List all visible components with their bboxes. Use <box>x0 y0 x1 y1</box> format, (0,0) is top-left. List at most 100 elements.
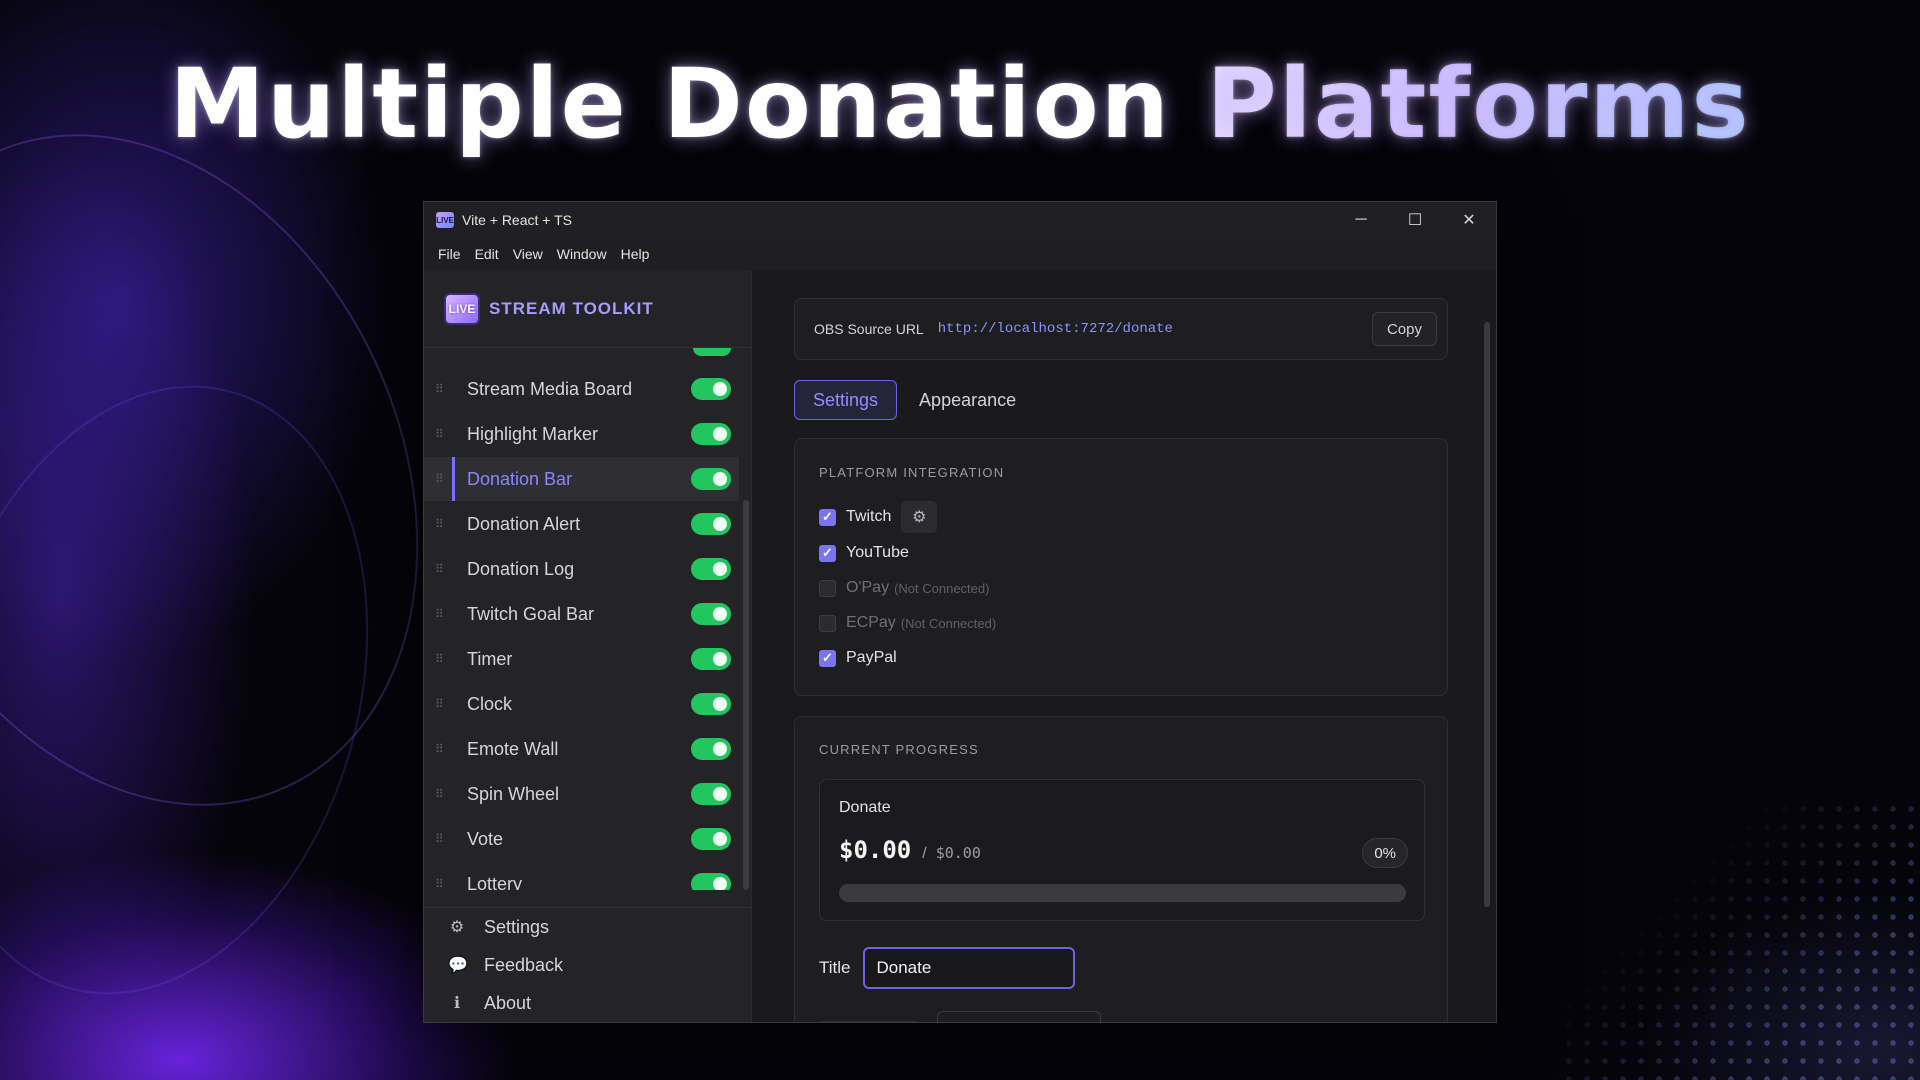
platform-ecpay[interactable]: ✓ ECPay (Not Connected) <box>819 614 996 632</box>
checkbox[interactable]: ✓ <box>819 579 836 597</box>
drag-handle-icon[interactable]: ⠿ <box>435 383 445 395</box>
drag-handle-icon[interactable]: ⠿ <box>435 473 445 485</box>
twitch-settings-gear-icon[interactable]: ⚙ <box>901 501 938 533</box>
sidebar-item-clock[interactable]: ⠿ Clock <box>424 682 739 726</box>
sidebar-footer: ⚙ Settings 💬 Feedback ℹ About <box>424 907 751 1022</box>
menu-edit[interactable]: Edit <box>468 246 506 262</box>
sidebar-item-stream-media-board[interactable]: ⠿ Stream Media Board <box>424 367 739 411</box>
drag-handle-icon[interactable]: ⠿ <box>435 563 445 575</box>
sidebar-item-label: Spin Wheel <box>467 783 560 804</box>
enable-toggle[interactable] <box>691 558 731 580</box>
drag-handle-icon[interactable]: ⠿ <box>435 428 445 440</box>
enable-toggle[interactable] <box>691 648 731 670</box>
partial-toggle <box>693 348 731 356</box>
sidebar-item-label: Emote Wall <box>467 738 559 759</box>
enable-toggle[interactable] <box>691 378 731 400</box>
menu-view[interactable]: View <box>506 246 550 262</box>
sidebar-item-label: Highlight Marker <box>467 423 599 444</box>
enable-toggle[interactable] <box>691 693 731 715</box>
sidebar-settings-link[interactable]: ⚙ Settings <box>424 908 751 946</box>
sidebar-item-donation-bar[interactable]: ⠿ Donation Bar <box>424 457 739 501</box>
title-field-label: Title <box>819 958 851 977</box>
sidebar-about-link[interactable]: ℹ About <box>424 984 751 1022</box>
sidebar-item-donation-log[interactable]: ⠿ Donation Log <box>424 547 739 591</box>
minimize-button[interactable]: ─ <box>1334 202 1388 238</box>
tab-settings[interactable]: Settings <box>794 380 898 420</box>
platform-paypal[interactable]: ✓ PayPal <box>819 649 897 667</box>
sidebar-item-label: Donation Alert <box>467 513 581 534</box>
sidebar-feedback-link[interactable]: 💬 Feedback <box>424 946 751 984</box>
drag-handle-icon[interactable]: ⠿ <box>435 698 445 710</box>
enable-toggle[interactable] <box>691 828 731 850</box>
title-bar[interactable]: LIVE Vite + React + TS ─ ☐ ✕ <box>424 202 1496 238</box>
sidebar-item-vote[interactable]: ⠿ Vote <box>424 817 739 861</box>
sidebar-item-label: Twitch Goal Bar <box>467 603 595 624</box>
drag-handle-icon[interactable]: ⠿ <box>435 608 445 620</box>
platform-twitch[interactable]: ✓ Twitch ⚙ <box>819 501 938 533</box>
copy-button[interactable]: Copy <box>1371 312 1437 346</box>
enable-toggle[interactable] <box>691 783 731 805</box>
cut-off-input[interactable] <box>937 1011 1101 1022</box>
obs-url-card: OBS Source URL http://localhost:7272/don… <box>794 298 1448 360</box>
app-body: LIVE STREAM TOOLKIT ⠿ Stream Media Board… <box>424 270 1496 1022</box>
cut-off-label <box>819 1021 919 1022</box>
headline: Multiple Donation Platforms <box>0 48 1920 160</box>
brand[interactable]: LIVE STREAM TOOLKIT <box>424 270 751 348</box>
platform-name: PayPal <box>846 649 897 666</box>
current-progress-card: CURRENT PROGRESS Donate $0.00 / $0.00 0%… <box>794 716 1448 1022</box>
maximize-button[interactable]: ☐ <box>1388 202 1442 238</box>
sidebar: LIVE STREAM TOOLKIT ⠿ Stream Media Board… <box>424 270 752 1022</box>
platform-opay[interactable]: ✓ O'Pay (Not Connected) <box>819 579 989 597</box>
tab-appearance[interactable]: Appearance <box>901 380 1034 420</box>
drag-handle-icon[interactable]: ⠿ <box>435 788 445 800</box>
checkbox[interactable]: ✓ <box>819 649 836 667</box>
section-title: CURRENT PROGRESS <box>819 742 979 757</box>
progress-bar <box>839 884 1406 902</box>
app-window: LIVE Vite + React + TS ─ ☐ ✕ File Edit V… <box>423 201 1497 1023</box>
menu-help[interactable]: Help <box>614 246 657 262</box>
headline-accent-text: Platforms <box>1206 48 1751 160</box>
sidebar-item-donation-alert[interactable]: ⠿ Donation Alert <box>424 502 739 546</box>
enable-toggle[interactable] <box>691 513 731 535</box>
drag-handle-icon[interactable]: ⠿ <box>435 653 445 665</box>
platform-name: O'Pay <box>846 579 890 596</box>
close-button[interactable]: ✕ <box>1442 202 1496 238</box>
checkbox[interactable]: ✓ <box>819 614 836 632</box>
app-icon: LIVE <box>436 212 454 228</box>
obs-url-value[interactable]: http://localhost:7272/donate <box>938 321 1372 337</box>
platform-name: ECPay <box>846 614 896 631</box>
sidebar-item-highlight-marker[interactable]: ⠿ Highlight Marker <box>424 412 739 456</box>
drag-handle-icon[interactable]: ⠿ <box>435 518 445 530</box>
sidebar-scrollbar[interactable] <box>743 500 749 890</box>
sidebar-item-twitch-goal-bar[interactable]: ⠿ Twitch Goal Bar <box>424 592 739 636</box>
platform-youtube[interactable]: ✓ YouTube <box>819 544 909 562</box>
gear-icon: ⚙ <box>449 919 465 936</box>
sidebar-item-emote-wall[interactable]: ⠿ Emote Wall <box>424 727 739 771</box>
drag-handle-icon[interactable]: ⠿ <box>435 743 445 755</box>
sidebar-item-timer[interactable]: ⠿ Timer <box>424 637 739 681</box>
checkbox[interactable]: ✓ <box>819 508 836 526</box>
background-dot-pattern <box>1560 800 1920 1080</box>
menu-window[interactable]: Window <box>550 246 614 262</box>
sidebar-item-label: Lottery <box>467 873 523 891</box>
goal-amount: $0.00 <box>935 844 981 862</box>
menu-file[interactable]: File <box>431 246 468 262</box>
enable-toggle[interactable] <box>691 423 731 445</box>
main-scrollbar[interactable] <box>1484 322 1490 907</box>
platform-name: Twitch <box>846 508 892 525</box>
sidebar-item-label: Donation Log <box>467 558 575 579</box>
enable-toggle[interactable] <box>691 603 731 625</box>
drag-handle-icon[interactable]: ⠿ <box>435 833 445 845</box>
checkbox[interactable]: ✓ <box>819 544 836 562</box>
sidebar-item-lottery[interactable]: ⠿ Lottery <box>424 862 739 890</box>
headline-text: Multiple Donation <box>169 48 1171 160</box>
main-panel: OBS Source URL http://localhost:7272/don… <box>752 270 1496 1022</box>
drag-handle-icon[interactable]: ⠿ <box>435 878 445 890</box>
footer-label: Settings <box>484 916 550 937</box>
enable-toggle[interactable] <box>691 738 731 760</box>
speech-bubble-icon: 💬 <box>448 957 468 974</box>
title-input[interactable] <box>862 947 1075 989</box>
sidebar-item-spin-wheel[interactable]: ⠿ Spin Wheel <box>424 772 739 816</box>
enable-toggle[interactable] <box>691 873 731 890</box>
enable-toggle[interactable] <box>691 468 731 490</box>
